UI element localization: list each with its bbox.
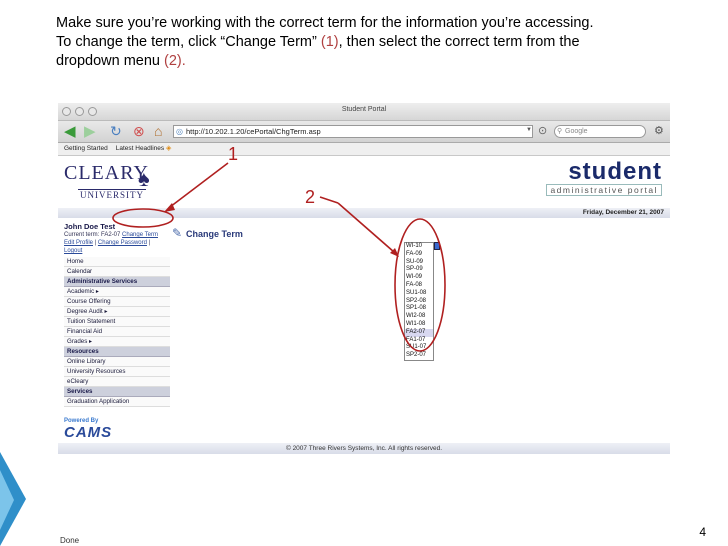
dropdown-scroll-thumb[interactable] <box>434 242 440 250</box>
sidebar-menu-item[interactable]: Calendar <box>64 267 170 277</box>
forward-arrow-icon[interactable]: ▶ <box>84 124 96 139</box>
annotation-label-1: 1 <box>228 144 239 164</box>
term-option[interactable]: SP2-08 <box>405 298 433 306</box>
sidebar-menu-item[interactable]: Academic ▸ <box>64 287 170 297</box>
browser-status: Done <box>60 536 80 545</box>
cleary-logo: CLEARY UNIVERSITY <box>64 162 149 203</box>
gear-icon[interactable]: ⚙ <box>654 124 664 137</box>
bookmark-latest-headlines[interactable]: Latest Headlines ◈ <box>116 143 172 155</box>
current-term: Current term: FA2-07 Change Term <box>64 231 170 239</box>
term-option[interactable]: SP-09 <box>405 266 433 274</box>
logout-link[interactable]: Logout <box>64 248 82 254</box>
sidebar-menu-item[interactable]: Degree Audit ▸ <box>64 307 170 317</box>
notepad-icon: ✎ <box>172 226 183 240</box>
reload-icon[interactable]: ↻ <box>110 124 122 139</box>
brand-subtitle: administrative portal <box>546 184 662 196</box>
term-option[interactable]: SU1-08 <box>405 290 433 298</box>
go-icon[interactable]: ⊙ <box>538 124 547 137</box>
term-option[interactable]: FA-09 <box>405 251 433 259</box>
sidebar-menu-item[interactable]: Course Offering <box>64 297 170 307</box>
slide-accent-light <box>0 470 14 530</box>
ref-2: (2). <box>164 53 186 69</box>
sidebar-menu-item[interactable]: Grades ▸ <box>64 337 170 347</box>
window-title: Student Portal <box>341 106 387 113</box>
menu-section-header: Services <box>64 387 170 397</box>
term-option[interactable]: SU-09 <box>405 259 433 267</box>
url-bar[interactable]: http://10.202.1.20/cePortal/ChgTerm.asp <box>173 125 533 138</box>
annotation-label-2: 2 <box>305 187 316 207</box>
user-name: John Doe Test <box>64 222 116 231</box>
ref-1: (1) <box>320 34 339 50</box>
bookmark-getting-started[interactable]: Getting Started <box>64 143 108 155</box>
sidebar-menu-item[interactable]: Graduation Application <box>64 397 170 407</box>
instructions-text: Make sure you’re working with the correc… <box>56 14 696 71</box>
edit-profile-link[interactable]: Edit Profile <box>64 240 93 246</box>
instructions-line2: To change the term, click “Change Term” … <box>56 33 696 52</box>
term-option[interactable]: WI1-08 <box>405 321 433 329</box>
sidebar-menu-item[interactable]: Home <box>64 257 170 267</box>
term-option[interactable]: WI-09 <box>405 274 433 282</box>
sidebar-menu-item[interactable]: Online Library <box>64 357 170 367</box>
bookmarks-bar: Getting Started Latest Headlines ◈ <box>58 143 670 156</box>
portal-footer: © 2007 Three Rivers Systems, Inc. All ri… <box>58 443 670 454</box>
sidebar-menu: Home Calendar Administrative Services Acade… <box>64 257 170 407</box>
sidebar-menu-item[interactable]: Tuition Statement <box>64 317 170 327</box>
instructions-line2-pre: To change the term, click “Change Term” <box>56 34 321 50</box>
sidebar-menu-item[interactable]: eCleary <box>64 377 170 387</box>
cams-logo: CAMS <box>64 424 113 441</box>
term-option[interactable]: SP1-08 <box>405 305 433 313</box>
search-input[interactable]: Google <box>554 125 646 138</box>
term-dropdown[interactable]: WI-10 FA-09 SU-09 SP-09 WI-09 FA-08 SU1-08 SP2-… <box>404 242 434 361</box>
sidebar-menu-item[interactable]: University Resources <box>64 367 170 377</box>
portal-brand: student administrative portal <box>546 160 662 196</box>
term-option[interactable]: FA2-07 <box>405 328 433 337</box>
instructions-line3: dropdown menu (2). <box>56 52 696 71</box>
page-title: Change Term <box>186 229 243 239</box>
stop-icon[interactable]: ⊗ <box>133 124 145 139</box>
term-option[interactable]: FA-08 <box>405 282 433 290</box>
bookmark-latest-headlines-label: Latest Headlines <box>115 145 165 152</box>
current-term-label: Current term: <box>64 232 100 238</box>
portal-page: CLEARY UNIVERSITY ♠ student administrati… <box>58 156 670 458</box>
logo-name: CLEARY <box>64 162 149 184</box>
powered-by-cams: Powered By CAMS <box>64 418 112 441</box>
profile-links: Edit Profile | Change Password | Logout <box>64 240 151 254</box>
menu-section-header: Administrative Services <box>64 277 170 287</box>
term-option[interactable]: WI-10 <box>405 243 433 251</box>
menu-section-header: Resources <box>64 347 170 357</box>
term-option[interactable]: FA1-07 <box>405 337 433 345</box>
title-bar: Student Portal <box>58 103 670 121</box>
current-term-value: FA2-07 <box>101 232 121 238</box>
portal-sidebar: John Doe Test Current term: FA2-07 Chang… <box>64 222 170 412</box>
change-password-link[interactable]: Change Password <box>98 240 147 246</box>
change-term-link[interactable]: Change Term <box>122 232 158 238</box>
slide-number: 4 <box>699 525 706 539</box>
cleary-logo-mark-icon: ♠ <box>138 166 150 191</box>
term-option[interactable]: SP2-07 <box>405 352 433 360</box>
home-icon[interactable]: ⌂ <box>154 124 162 139</box>
back-arrow-icon[interactable]: ◀ <box>64 124 76 139</box>
browser-window: Student Portal ◀ ▶ ↻ ⊗ ⌂ http://10.202.1… <box>58 103 670 459</box>
date-bar: Friday, December 21, 2007 <box>58 208 670 218</box>
sidebar-menu-item[interactable]: Financial Aid <box>64 327 170 337</box>
rss-icon: ◈ <box>165 145 172 152</box>
logo-sub: UNIVERSITY <box>78 189 146 200</box>
brand-title: student <box>568 158 662 185</box>
term-option[interactable]: SU1-07 <box>405 344 433 352</box>
instructions-line3-pre: dropdown menu <box>56 53 165 69</box>
url-history-dropdown-icon[interactable]: ▼ <box>526 127 532 133</box>
browser-toolbar: ◀ ▶ ↻ ⊗ ⌂ http://10.202.1.20/cePortal/Ch… <box>58 121 670 143</box>
term-option[interactable]: WI2-08 <box>405 313 433 321</box>
instructions-line1: Make sure you’re working with the correc… <box>56 15 594 31</box>
instructions-line2-post: , then select the correct term from the <box>338 34 580 50</box>
